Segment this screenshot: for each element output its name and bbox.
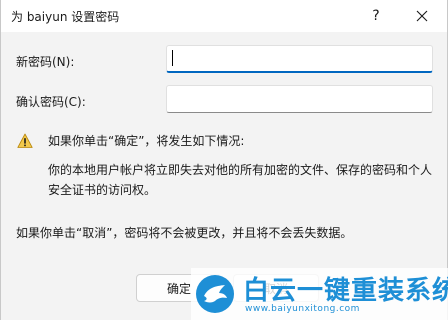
help-button[interactable]: ? <box>353 0 399 32</box>
close-icon <box>416 10 428 22</box>
help-icon: ? <box>372 8 380 24</box>
new-password-field[interactable] <box>166 45 433 73</box>
warning-icon <box>17 133 33 148</box>
watermark-url: www.baiyunxitong.com <box>245 304 360 314</box>
warning-heading: 如果你单击“确定”，将发生如下情况: <box>48 134 245 148</box>
confirm-password-label: 确认密码(C): <box>16 95 86 109</box>
watermark: 白云一键重装系统 www.baiyunxitong.com <box>191 268 448 320</box>
close-button[interactable] <box>399 0 445 32</box>
window-title: 为 baiyun 设置密码 <box>11 10 120 24</box>
title-bar: 为 baiyun 设置密码 ? <box>1 0 447 32</box>
watermark-brand: 白云一键重装系统 <box>243 276 448 306</box>
set-password-dialog: 为 baiyun 设置密码 ? 新密码(N): 确认密码(C): 如果你单击“确… <box>0 0 448 320</box>
text-caret <box>172 50 173 66</box>
ok-button-label: 确定 <box>166 281 191 296</box>
warning-body: 你的本地用户帐户将立即失去对他的所有加密的文件、保存的密码和个人安全证书的访问权… <box>48 163 433 197</box>
confirm-password-field[interactable] <box>166 85 433 113</box>
new-password-label: 新密码(N): <box>16 55 75 69</box>
cancel-note: 如果你单击“取消”，密码将不会被更改，并且将不会丢失数据。 <box>16 226 353 240</box>
bird-logo-icon <box>196 275 234 313</box>
